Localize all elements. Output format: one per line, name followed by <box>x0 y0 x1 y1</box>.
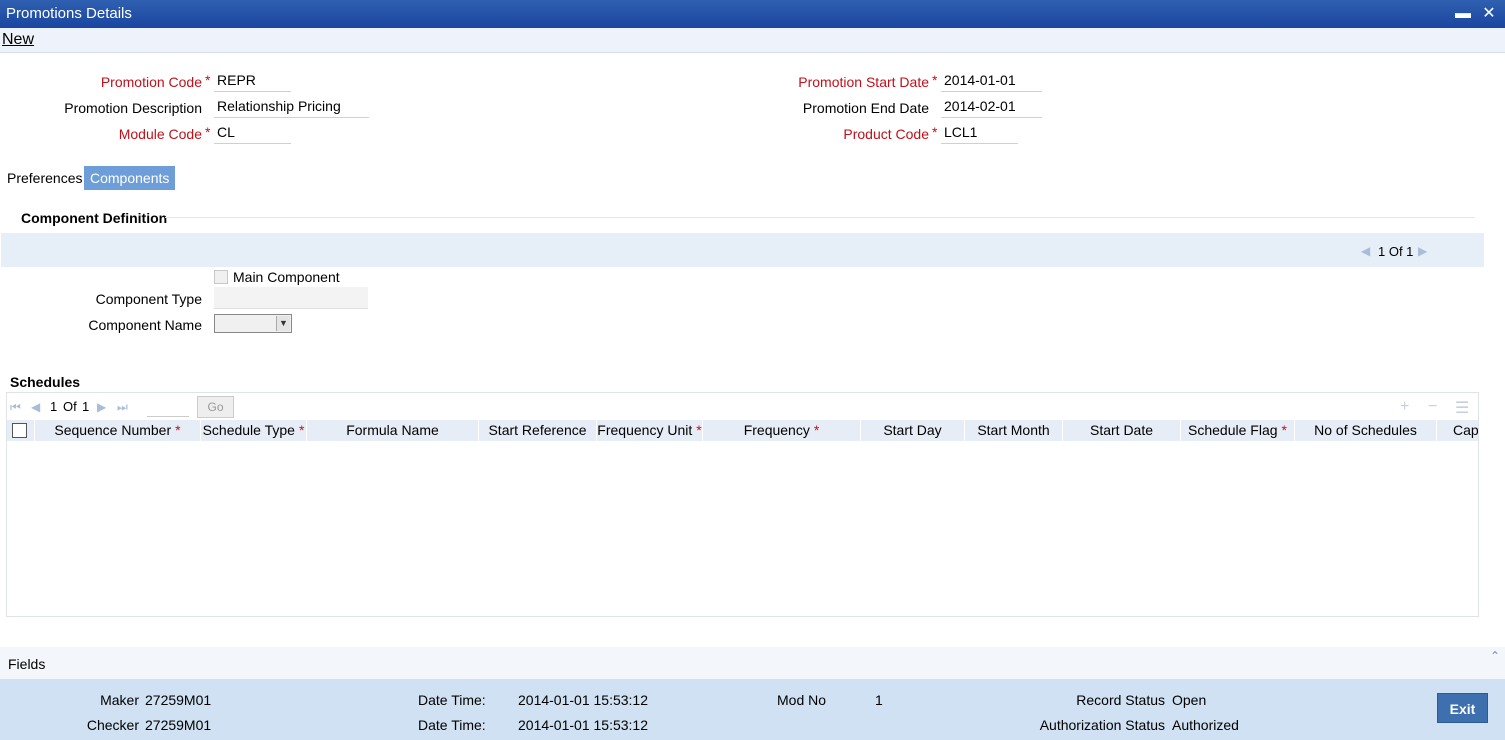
go-button[interactable]: Go <box>197 396 234 418</box>
previous-page-icon[interactable]: ◀ <box>31 400 40 414</box>
main-component-label: Main Component <box>233 269 340 285</box>
maker-date-time-label: Date Time: <box>418 692 486 708</box>
column-formula-name[interactable]: Formula Name <box>307 420 479 441</box>
component-name-select[interactable]: ▼ <box>214 314 292 333</box>
next-record-icon[interactable]: ▶ <box>1418 244 1427 258</box>
title-bar: Promotions Details ▬ ✕ <box>0 0 1505 28</box>
column-frequency[interactable]: Frequency * <box>703 420 861 441</box>
required-marker: * <box>813 422 820 438</box>
column-label: Frequency <box>743 422 810 438</box>
column-label: Sequence Number <box>54 422 172 438</box>
checker-date-time-label: Date Time: <box>418 717 486 733</box>
checker-value: 27259M01 <box>145 717 212 733</box>
schedules-toolbar: ⏮ ◀ 1 Of 1 ▶ ⏭ Go + − ☰ <box>6 394 1479 420</box>
required-marker: * <box>205 124 211 140</box>
component-pager-band: ◀ 1 Of 1 ▶ <box>1 233 1484 267</box>
promotion-code-field[interactable]: REPR <box>214 70 291 92</box>
schedules-total-pages: 1 <box>82 399 90 414</box>
schedules-of-label: Of <box>63 399 77 414</box>
main-component-checkbox[interactable] <box>214 270 228 284</box>
component-pager-text: 1 Of 1 <box>1378 244 1414 259</box>
fields-button[interactable]: Fields <box>8 656 45 672</box>
column-label: Schedule Type <box>202 422 295 438</box>
menu-bar: New <box>0 28 1505 53</box>
column-frequency-unit[interactable]: Frequency Unit * <box>597 420 703 441</box>
column-no-of-schedules[interactable]: No of Schedules <box>1295 420 1437 441</box>
module-code-label: Module Code <box>118 126 202 142</box>
checker-date-time-value: 2014-01-01 15:53:12 <box>518 717 648 733</box>
next-page-icon[interactable]: ▶ <box>97 400 106 414</box>
column-schedule-flag[interactable]: Schedule Flag * <box>1181 420 1295 441</box>
page-number-input[interactable] <box>147 397 189 417</box>
new-link[interactable]: New <box>2 31 34 49</box>
fields-bar: Fields ⌃ <box>0 647 1505 679</box>
component-type-label: Component Type <box>95 291 202 307</box>
column-start-day[interactable]: Start Day <box>861 420 965 441</box>
authorization-status-value: Authorized <box>1172 717 1239 733</box>
required-marker: * <box>932 72 938 88</box>
maker-date-time-value: 2014-01-01 15:53:12 <box>518 692 648 708</box>
promotion-start-date-label: Promotion Start Date <box>798 74 929 90</box>
promotion-start-date-field[interactable]: 2014-01-01 <box>941 70 1042 92</box>
component-name-label: Component Name <box>88 317 202 333</box>
collapse-icon[interactable]: ⌃ <box>1490 649 1500 663</box>
required-marker: * <box>696 422 702 438</box>
component-definition-title: Component Definition <box>21 210 168 226</box>
authorization-status-label: Authorization Status <box>1039 717 1165 733</box>
tab-preferences[interactable]: Preferences <box>1 166 88 190</box>
chevron-down-icon[interactable]: ▼ <box>276 316 290 331</box>
promotion-description-label: Promotion Description <box>64 100 202 116</box>
checker-label: Checker <box>86 717 139 733</box>
schedules-title: Schedules <box>10 374 81 390</box>
product-code-label: Product Code <box>843 126 929 142</box>
column-label: Schedule Flag <box>1188 422 1278 438</box>
record-status-label: Record Status <box>1076 692 1165 708</box>
last-page-icon[interactable]: ⏭ <box>117 400 128 415</box>
maker-value: 27259M01 <box>145 692 212 708</box>
column-start-month[interactable]: Start Month <box>965 420 1063 441</box>
maker-label: Maker <box>100 692 139 708</box>
single-view-icon[interactable]: ☰ <box>1455 398 1469 418</box>
column-schedule-type[interactable]: Schedule Type * <box>201 420 307 441</box>
select-all-checkbox[interactable] <box>12 423 27 438</box>
promotion-description-field[interactable]: Relationship Pricing <box>214 96 369 118</box>
promotion-end-date-field[interactable]: 2014-02-01 <box>941 96 1042 118</box>
promotion-code-label: Promotion Code <box>100 74 202 90</box>
required-marker: * <box>1281 422 1287 438</box>
required-marker: * <box>205 72 211 88</box>
audit-footer <box>0 679 1505 740</box>
module-code-field[interactable]: CL <box>214 122 291 144</box>
close-icon[interactable]: ✕ <box>1478 3 1500 25</box>
first-page-icon[interactable]: ⏮ <box>10 400 21 415</box>
product-code-field[interactable]: LCL1 <box>941 122 1018 144</box>
component-type-field <box>214 287 368 309</box>
column-cap[interactable]: Cap <box>1437 420 1478 441</box>
select-all-cell <box>7 420 35 441</box>
required-marker: * <box>175 422 181 438</box>
column-sequence-number[interactable]: Sequence Number * <box>35 420 201 441</box>
delete-row-icon[interactable]: − <box>1428 398 1437 416</box>
window-title: Promotions Details <box>6 5 132 22</box>
column-start-date[interactable]: Start Date <box>1063 420 1181 441</box>
required-marker: * <box>932 124 938 140</box>
record-status-value: Open <box>1172 692 1207 708</box>
add-row-icon[interactable]: + <box>1400 398 1409 416</box>
mod-no-label: Mod No <box>777 692 827 708</box>
minimize-icon[interactable]: ▬ <box>1452 3 1474 25</box>
mod-no-value: 1 <box>875 692 883 708</box>
exit-button[interactable]: Exit <box>1437 693 1488 723</box>
promotion-end-date-label: Promotion End Date <box>802 100 929 116</box>
schedules-header-row: Sequence Number * Schedule Type * Formula … <box>7 420 1478 441</box>
tab-components[interactable]: Components <box>84 166 176 190</box>
required-marker: * <box>298 422 305 438</box>
previous-record-icon[interactable]: ◀ <box>1361 244 1370 258</box>
column-label: Frequency Unit <box>597 422 693 438</box>
column-start-reference[interactable]: Start Reference <box>479 420 597 441</box>
section-divider <box>165 217 1475 218</box>
schedules-current-page: 1 <box>50 399 58 414</box>
